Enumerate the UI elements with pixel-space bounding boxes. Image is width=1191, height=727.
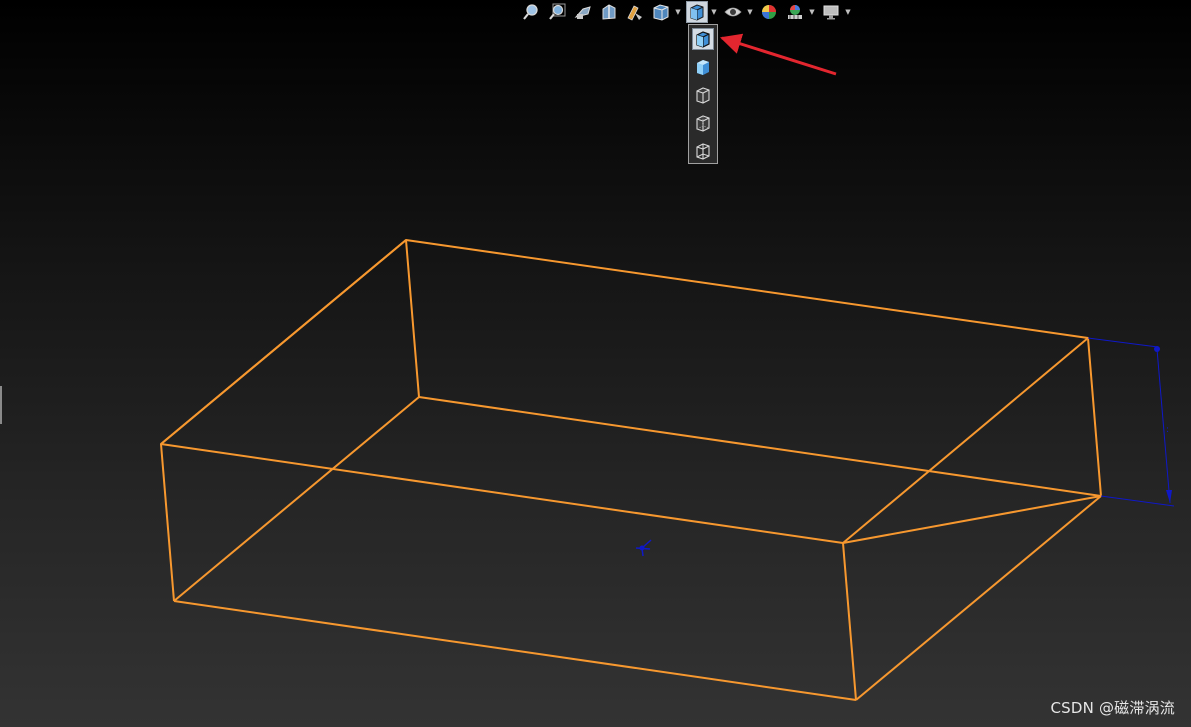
edge-bottom-front-right[interactable] [855,495,1102,701]
edit-appearance-icon [762,5,776,19]
watermark-text: CSDN @磁滞涡流 [1050,699,1175,717]
dynamic-annotation-button[interactable] [624,1,646,23]
display-style-icon [690,4,704,21]
hide-show-items-button[interactable] [722,1,744,23]
previous-view-button[interactable] [572,1,594,23]
shaded-option[interactable] [692,56,714,78]
box-wireframe[interactable] [160,239,1102,701]
dimension-handle-icon[interactable] [1154,346,1160,352]
apply-scene-dropdown-icon[interactable]: ▼ [808,1,816,23]
view-orientation-button[interactable] [650,1,672,23]
view-settings-button[interactable] [820,1,842,23]
edge-top-right-back[interactable] [842,337,1089,544]
view-orientation-icon [653,4,669,21]
section-view-icon [602,4,616,20]
view-orientation-dropdown-icon[interactable]: ▼ [674,1,682,23]
side-panel-tab[interactable] [0,386,2,424]
dynamic-annotation-icon [627,5,642,21]
height-dimension[interactable]: : [1087,337,1175,507]
hidden-lines-removed-option[interactable] [692,84,714,106]
dimension-value-marker: : [1166,425,1169,435]
hidden-lines-removed-icon [696,87,710,104]
graphics-area[interactable]: : [0,0,1191,727]
apply-scene-icon [788,5,802,19]
edge-vertical-back[interactable] [405,239,420,398]
previous-view-icon [574,6,591,19]
edit-appearance-button[interactable] [758,1,780,23]
shaded-icon [697,60,709,75]
heads-up-view-toolbar: ▼ ▼ ▼ ▼ ▼ [518,0,854,24]
hide-show-items-icon [724,7,742,17]
origin-triad-icon [635,539,652,557]
display-style-dropdown-icon[interactable]: ▼ [710,1,718,23]
zoom-to-fit-icon [523,4,538,20]
edge-vertical-left[interactable] [160,443,175,602]
view-settings-icon [823,5,839,20]
hidden-lines-visible-option[interactable] [692,112,714,134]
edge-top-left-back[interactable] [160,239,407,445]
edge-vertical-front[interactable] [842,542,857,701]
section-view-button[interactable] [598,1,620,23]
edge-bottom-front-left[interactable] [173,600,857,701]
zoom-to-fit-button[interactable] [520,1,542,23]
extension-line-bottom [1100,495,1175,507]
edge-bottom-back-left[interactable] [173,396,420,602]
shaded-with-edges-option[interactable] [692,28,714,50]
annotation-arrow [719,33,837,76]
shaded-with-edges-icon [696,31,710,48]
display-style-flyout [688,24,718,164]
wireframe-option[interactable] [692,140,714,162]
hidden-lines-visible-icon [696,115,710,132]
display-style-button[interactable] [686,1,708,23]
top-face-edges[interactable] [160,239,1102,544]
dimension-arrow-icon [1166,490,1172,503]
wireframe-icon [696,143,710,160]
extension-line-top [1087,337,1159,348]
zoom-to-area-icon [549,3,566,20]
hide-show-dropdown-icon[interactable]: ▼ [746,1,754,23]
apply-scene-button[interactable] [784,1,806,23]
zoom-to-area-button[interactable] [546,1,568,23]
view-settings-dropdown-icon[interactable]: ▼ [844,1,852,23]
